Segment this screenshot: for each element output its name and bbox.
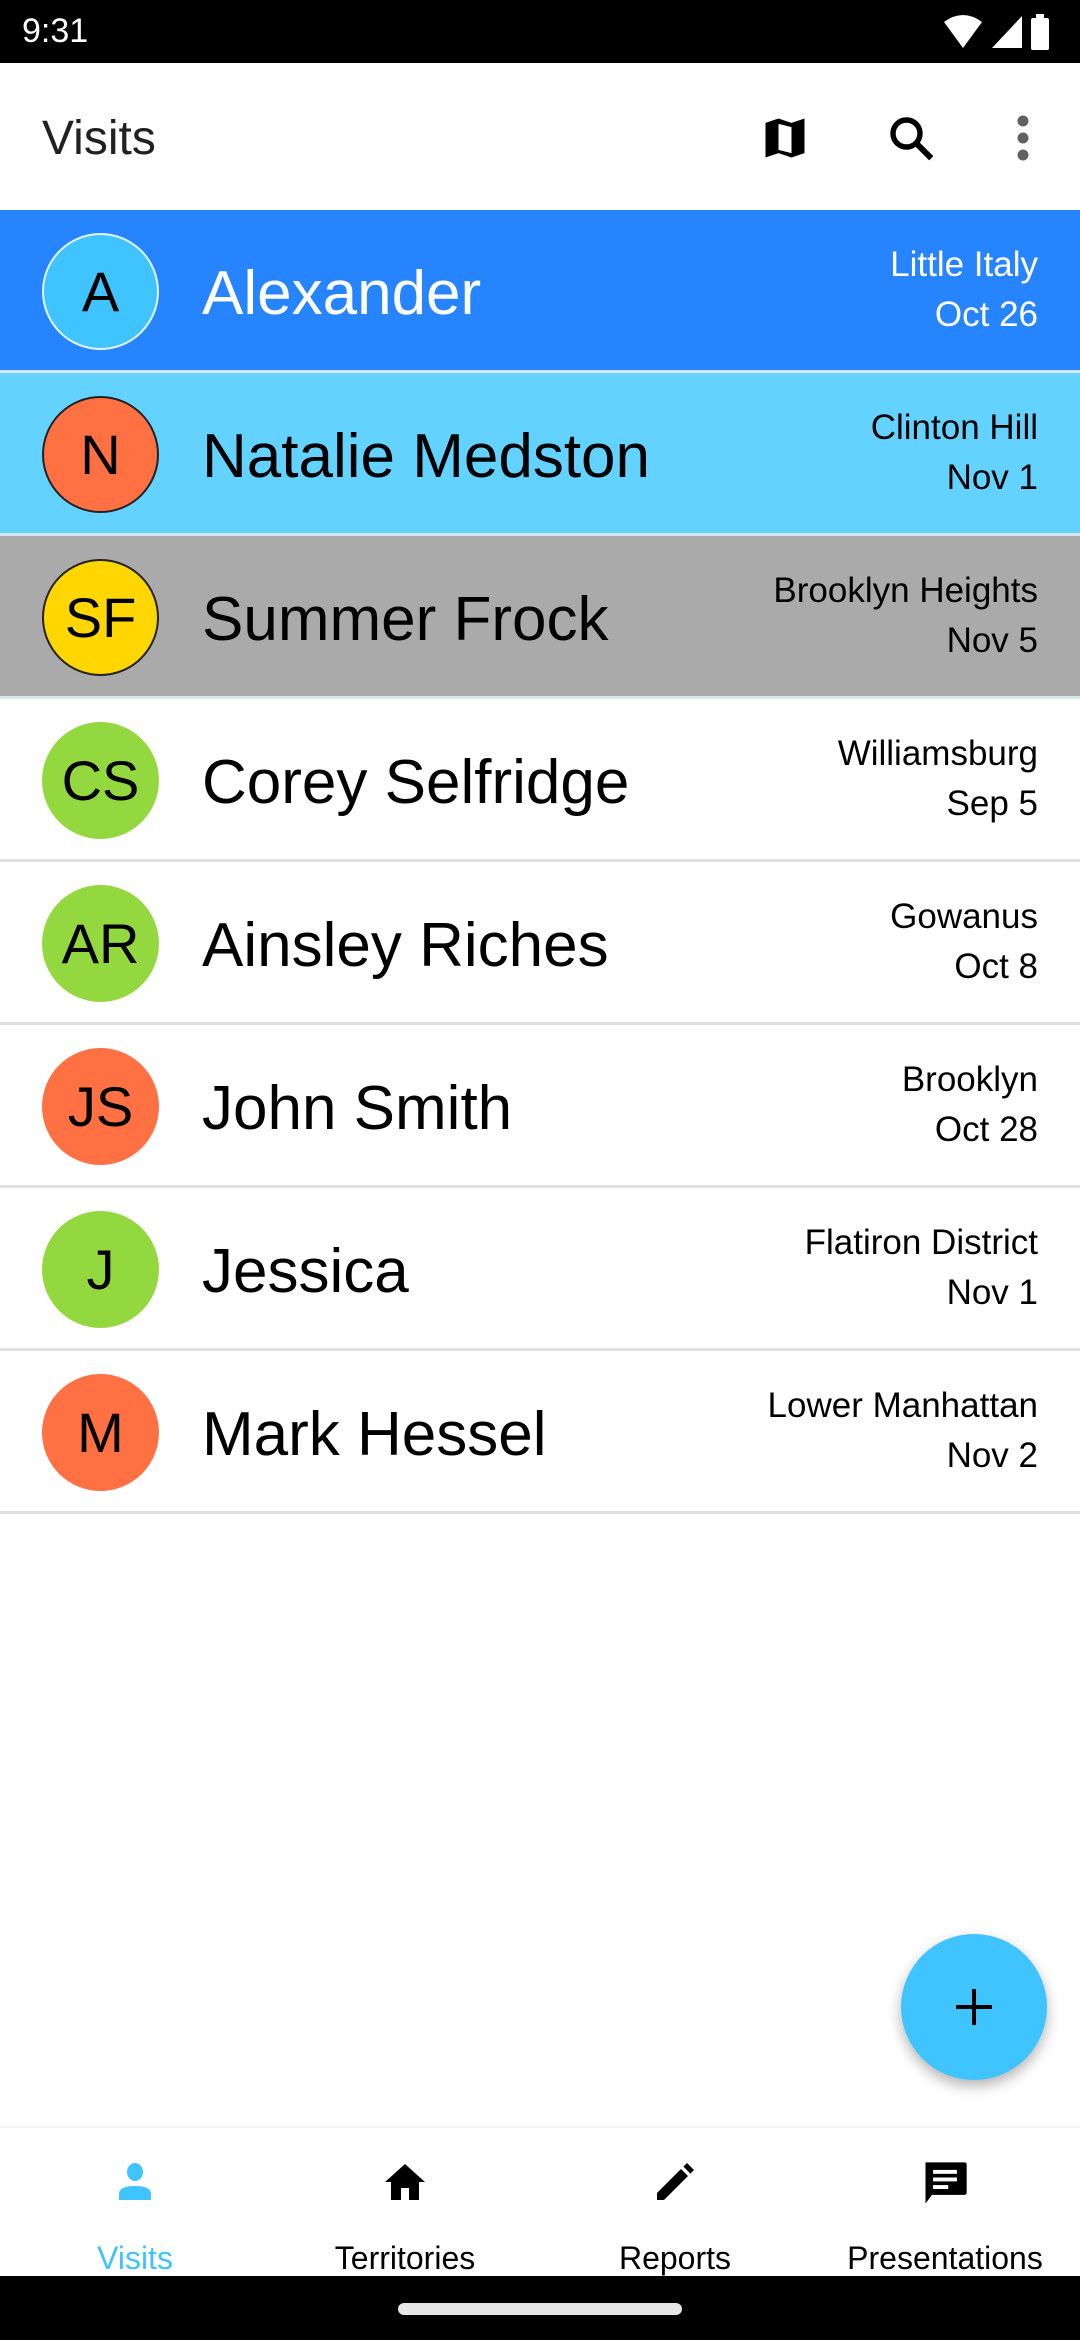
visit-list-item[interactable]: AR Ainsley Riches Gowanus Oct 8	[0, 862, 1080, 1025]
search-button[interactable]	[878, 105, 944, 171]
visit-date: Nov 1	[946, 1273, 1038, 1312]
visit-location: Gowanus	[890, 897, 1038, 936]
visit-name: Natalie Medston	[202, 422, 651, 491]
add-icon	[956, 1989, 992, 2025]
person-icon	[119, 2163, 151, 2200]
visit-list-item[interactable]: JS John Smith Brooklyn Oct 28	[0, 1025, 1080, 1188]
visit-date: Sep 5	[946, 784, 1038, 823]
visit-list-item[interactable]: J Jessica Flatiron District Nov 1	[0, 1188, 1080, 1351]
more-vert-icon	[1017, 115, 1029, 161]
visit-date: Nov 2	[946, 1436, 1038, 1475]
status-bar: 9:31	[0, 0, 1080, 63]
avatar: J	[42, 1211, 159, 1328]
nav-visits[interactable]: Visits	[0, 2128, 270, 2278]
visit-location: Brooklyn	[901, 1060, 1038, 1099]
avatar: JS	[42, 1048, 159, 1165]
page-title: Visits	[42, 112, 156, 165]
avatar: A	[42, 233, 159, 350]
status-time: 9:31	[22, 12, 89, 50]
visit-location: Flatiron District	[804, 1223, 1038, 1262]
visit-location: Clinton Hill	[870, 408, 1038, 447]
visit-name: Corey Selfridge	[202, 748, 630, 817]
wifi-icon	[944, 15, 982, 48]
visit-date: Oct 28	[934, 1110, 1038, 1149]
visits-list: A Alexander Little Italy Oct 26 N Natalie Med…	[0, 210, 1080, 1514]
visit-date: Nov 1	[946, 458, 1038, 497]
battery-icon	[1031, 14, 1049, 50]
map-icon	[765, 118, 805, 158]
avatar: AR	[42, 885, 159, 1002]
visit-name: Ainsley Riches	[202, 911, 609, 980]
visit-name: Alexander	[202, 259, 482, 328]
visit-location: Williamsburg	[837, 734, 1038, 773]
visit-location: Lower Manhattan	[767, 1386, 1038, 1425]
visit-list-item[interactable]: A Alexander Little Italy Oct 26	[0, 210, 1080, 373]
avatar: CS	[42, 722, 159, 839]
avatar: N	[42, 396, 159, 513]
bottom-navigation: Visits Territories Reports Presentations	[0, 2126, 1080, 2276]
visit-location: Brooklyn Heights	[773, 571, 1038, 610]
nav-territories[interactable]: Territories	[270, 2128, 540, 2278]
visit-list-item[interactable]: SF Summer Frock Brooklyn Heights Nov 5	[0, 536, 1080, 699]
avatar: SF	[42, 559, 159, 676]
system-navigation-bar	[0, 2276, 1080, 2340]
nav-label: Visits	[97, 2240, 173, 2276]
nav-label: Reports	[618, 2240, 732, 2276]
visit-name: Mark Hessel	[202, 1400, 547, 1469]
add-visit-button[interactable]	[901, 1934, 1047, 2080]
visit-list-item[interactable]: CS Corey Selfridge Williamsburg Sep 5	[0, 699, 1080, 862]
nav-label: Territories	[334, 2240, 476, 2276]
app-bar: Visits	[0, 63, 1080, 210]
pencil-icon	[657, 2163, 694, 2200]
avatar: M	[42, 1374, 159, 1491]
message-icon	[925, 2162, 967, 2204]
signal-icon	[992, 16, 1022, 48]
nav-reports[interactable]: Reports	[540, 2128, 810, 2278]
visit-date: Oct 26	[934, 295, 1038, 334]
map-button[interactable]	[752, 105, 818, 171]
more-options-button[interactable]	[990, 105, 1056, 171]
visit-name: Summer Frock	[202, 585, 609, 654]
home-icon	[385, 2164, 425, 2200]
home-gesture-handle[interactable]	[398, 2303, 682, 2315]
visit-name: John Smith	[202, 1074, 513, 1143]
visit-date: Oct 8	[954, 947, 1038, 986]
nav-label: Presentations	[847, 2240, 1043, 2276]
search-icon	[890, 117, 934, 161]
visit-date: Nov 5	[946, 621, 1038, 660]
visit-list-item[interactable]: M Mark Hessel Lower Manhattan Nov 2	[0, 1351, 1080, 1514]
visit-list-item[interactable]: N Natalie Medston Clinton Hill Nov 1	[0, 373, 1080, 536]
visit-name: Jessica	[202, 1237, 409, 1306]
nav-presentations[interactable]: Presentations	[810, 2128, 1080, 2278]
visit-location: Little Italy	[890, 245, 1038, 284]
